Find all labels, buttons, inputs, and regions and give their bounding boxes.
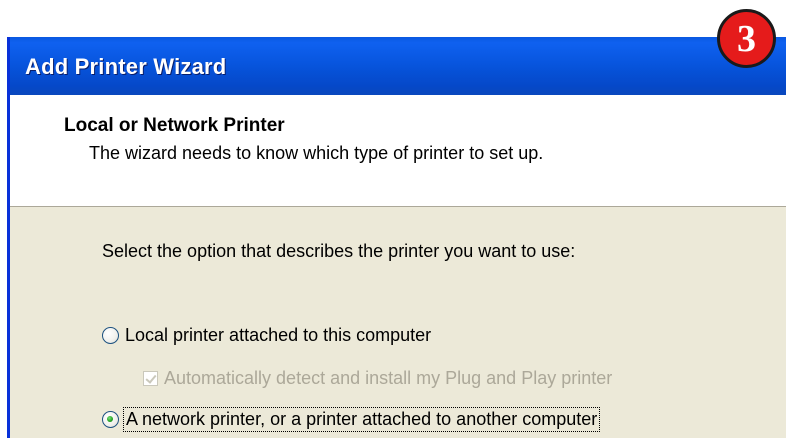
- network-printer-option[interactable]: A network printer, or a printer attached…: [102, 407, 601, 432]
- plug-and-play-option: Automatically detect and install my Plug…: [143, 368, 612, 389]
- plug-and-play-label: Automatically detect and install my Plug…: [164, 368, 613, 388]
- local-printer-option[interactable]: Local printer attached to this computer: [102, 325, 431, 346]
- page-title: Local or Network Printer: [64, 115, 285, 136]
- window-title: Add Printer Wizard: [25, 54, 227, 79]
- option-prompt: Select the option that describes the pri…: [102, 241, 576, 261]
- local-printer-label[interactable]: Local printer attached to this computer: [125, 325, 431, 346]
- network-printer-radio[interactable]: [102, 411, 119, 428]
- local-printer-radio[interactable]: [102, 327, 119, 344]
- page-subtitle: The wizard needs to know which type of p…: [89, 143, 544, 163]
- plug-and-play-checkbox: [143, 371, 158, 386]
- screenshot-canvas: Add Printer Wizard Local or Network Prin…: [0, 0, 786, 438]
- add-printer-wizard-window: Add Printer Wizard Local or Network Prin…: [7, 37, 786, 438]
- step-number-badge: 3: [717, 9, 776, 68]
- network-printer-label[interactable]: A network printer, or a printer attached…: [122, 407, 601, 432]
- wizard-body: Select the option that describes the pri…: [10, 207, 786, 438]
- checkmark-icon: [145, 372, 157, 384]
- window-titlebar[interactable]: Add Printer Wizard: [10, 37, 786, 95]
- wizard-header: Local or Network Printer The wizard need…: [10, 95, 786, 207]
